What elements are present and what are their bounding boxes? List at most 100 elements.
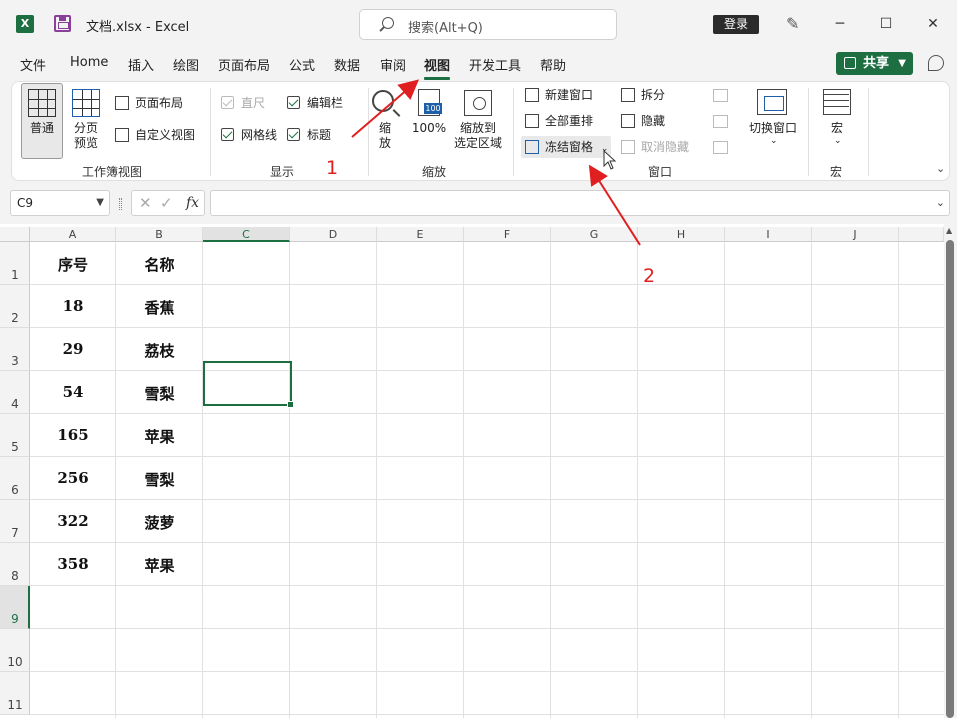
row-header-1[interactable]: 1 <box>0 242 30 285</box>
cell-b4[interactable]: 雪梨 <box>116 383 203 404</box>
comments-icon[interactable] <box>928 55 944 71</box>
row-header-7[interactable]: 7 <box>0 500 30 543</box>
formula-bar-checkbox[interactable]: 编辑栏 <box>287 93 343 113</box>
zoom-to-selection-button[interactable]: 缩放到 选定区域 <box>450 121 506 151</box>
gridline <box>463 242 464 718</box>
cell-a6[interactable]: 256 <box>30 469 116 487</box>
zoom-100-badge: 100 <box>424 103 442 114</box>
worksheet[interactable]: ABCDEFGHIJ 1 2 3 4 5 6 7 8 9 10 11 序号 名称 18 香蕉 29 荔枝 54 雪… <box>0 224 957 718</box>
chevron-down-icon[interactable]: ▼ <box>96 191 104 215</box>
close-button[interactable]: ✕ <box>921 12 945 36</box>
active-tab-indicator <box>424 77 450 80</box>
cell-b2[interactable]: 香蕉 <box>116 297 203 318</box>
row-header-6[interactable]: 6 <box>0 457 30 500</box>
cell-a7[interactable]: 322 <box>30 512 116 530</box>
tab-page-layout[interactable]: 页面布局 <box>218 55 270 74</box>
column-header-g[interactable]: G <box>551 227 638 242</box>
cell-b7[interactable]: 菠萝 <box>116 512 203 533</box>
cell-a5[interactable]: 165 <box>30 426 116 444</box>
headings-checkbox[interactable]: 标题 <box>287 125 331 145</box>
custom-views-button[interactable]: 自定义视图 <box>115 125 195 145</box>
page-layout-view-button[interactable]: 页面布局 <box>115 93 183 113</box>
tab-formulas[interactable]: 公式 <box>289 55 315 74</box>
tab-view[interactable]: 视图 <box>424 55 450 74</box>
arrange-all-button[interactable]: 全部重排 <box>525 111 593 131</box>
vertical-scrollbar[interactable]: ▲ <box>944 224 957 718</box>
switch-windows-button[interactable]: 切换窗口 <box>744 121 802 136</box>
ruler-checkbox: 直尺 <box>221 93 265 113</box>
tab-insert[interactable]: 插入 <box>128 55 154 74</box>
row-header-8[interactable]: 8 <box>0 543 30 586</box>
formula-input[interactable]: ⌄ <box>210 190 950 216</box>
chevron-down-icon[interactable]: ⌄ <box>936 196 945 209</box>
chevron-down-icon[interactable]: ▼ <box>898 52 906 75</box>
row-header-11[interactable]: 11 <box>0 672 30 715</box>
gridline <box>30 499 944 500</box>
cell-b8[interactable]: 苹果 <box>116 555 203 576</box>
tab-data[interactable]: 数据 <box>334 55 360 74</box>
column-header-b[interactable]: B <box>116 227 203 242</box>
row-header-9[interactable]: 9 <box>0 586 30 629</box>
row-header-2[interactable]: 2 <box>0 285 30 328</box>
tab-file[interactable]: 文件 <box>20 55 46 74</box>
row-header-4[interactable]: 4 <box>0 371 30 414</box>
share-button[interactable]: 共享 ▼ <box>836 52 913 75</box>
maximize-button[interactable]: ☐ <box>874 12 898 36</box>
cell-a4[interactable]: 54 <box>30 383 116 401</box>
minimize-button[interactable]: ─ <box>828 12 852 36</box>
gridlines-checkbox[interactable]: 网格线 <box>221 125 277 145</box>
search-input[interactable]: 搜索(Alt+Q) <box>359 9 617 40</box>
cell-a2[interactable]: 18 <box>30 297 116 315</box>
page-break-preview-button[interactable]: 分页 预览 <box>66 121 106 151</box>
cell-b1[interactable]: 名称 <box>116 254 203 275</box>
active-cell-c9[interactable] <box>203 361 294 408</box>
tab-draw[interactable]: 绘图 <box>173 55 199 74</box>
save-icon[interactable] <box>54 15 71 32</box>
new-window-button[interactable]: 新建窗口 <box>525 85 593 105</box>
hide-button[interactable]: 隐藏 <box>621 111 665 131</box>
tab-home[interactable]: Home <box>70 55 108 70</box>
pen-icon[interactable]: ✎ <box>786 14 800 34</box>
column-header-d[interactable]: D <box>290 227 377 242</box>
column-header-h[interactable]: H <box>638 227 725 242</box>
cell-b5[interactable]: 苹果 <box>116 426 203 447</box>
column-header-f[interactable]: F <box>464 227 551 242</box>
cell-b6[interactable]: 雪梨 <box>116 469 203 490</box>
name-box[interactable]: C9 ▼ <box>10 190 110 216</box>
collapse-ribbon-icon[interactable]: ⌄ <box>936 162 945 175</box>
split-button[interactable]: 拆分 <box>621 85 665 105</box>
chevron-down-icon[interactable]: ⌄ <box>770 136 778 146</box>
gridline <box>30 542 944 543</box>
tab-developer[interactable]: 开发工具 <box>469 55 521 74</box>
insert-function-button[interactable]: fx <box>186 191 199 215</box>
login-button[interactable]: 登录 <box>713 15 759 34</box>
row-header-5[interactable]: 5 <box>0 414 30 457</box>
tab-review[interactable]: 审阅 <box>380 55 406 74</box>
cell-b3[interactable]: 荔枝 <box>116 340 203 361</box>
row-header-3[interactable]: 3 <box>0 328 30 371</box>
tab-help[interactable]: 帮助 <box>540 55 566 74</box>
freeze-panes-label: 冻结窗格 <box>545 140 594 154</box>
group-divider <box>868 88 869 176</box>
zoom-100-button[interactable]: 100% <box>410 121 448 136</box>
scroll-up-icon[interactable]: ▲ <box>946 226 952 235</box>
resize-handle[interactable] <box>119 198 122 210</box>
chevron-down-icon[interactable]: ⌄ <box>834 136 842 146</box>
column-header-i[interactable]: I <box>725 227 812 242</box>
gridline <box>30 671 944 672</box>
column-header-c[interactable]: C <box>203 227 290 242</box>
macros-button[interactable]: 宏 <box>824 121 850 136</box>
column-header-a[interactable]: A <box>30 227 116 242</box>
group-divider <box>368 88 369 176</box>
zoom-button[interactable]: 缩 放 <box>374 121 396 151</box>
column-header-e[interactable]: E <box>377 227 464 242</box>
row-header-10[interactable]: 10 <box>0 629 30 672</box>
cell-a1[interactable]: 序号 <box>30 254 116 275</box>
select-all-corner[interactable] <box>0 227 30 242</box>
column-header-j[interactable]: J <box>812 227 899 242</box>
column-header-partial[interactable] <box>899 227 944 242</box>
freeze-panes-button[interactable]: 冻结窗格 ⌄ <box>525 137 608 157</box>
cell-a8[interactable]: 358 <box>30 555 116 573</box>
cell-a3[interactable]: 29 <box>30 340 116 358</box>
scrollbar-thumb[interactable] <box>946 240 954 718</box>
